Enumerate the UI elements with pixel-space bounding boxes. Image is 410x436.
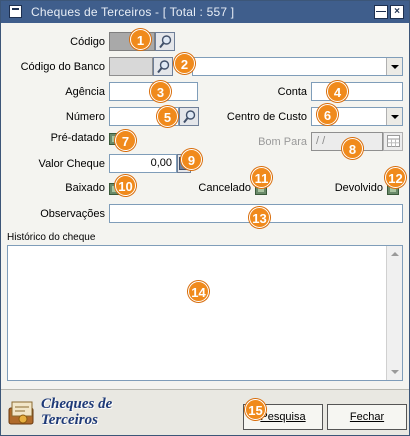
window-title: Cheques de Terceiros - [ Total : 557 ] (31, 5, 235, 19)
minimize-button[interactable]: — (374, 5, 388, 19)
pesquisa-label: Pesquisa (260, 411, 306, 423)
badge-7: 7 (115, 130, 136, 151)
devolvido-label: Devolvido (334, 182, 383, 194)
cheques-window: Cheques de Terceiros - [ Total : 557 ] —… (0, 0, 410, 436)
close-button[interactable]: × (390, 5, 404, 19)
centro-custo-label: Centro de Custo (226, 111, 307, 123)
valor-cheque-label: Valor Cheque (38, 158, 105, 170)
badge-12: 12 (385, 167, 406, 188)
historico-scrollbar[interactable] (386, 246, 402, 380)
conta-field[interactable] (311, 82, 403, 101)
badge-9: 9 (181, 149, 202, 170)
badge-11: 11 (251, 167, 272, 188)
footer-bar: Cheques de Terceiros Pesquisa Fechar (1, 389, 409, 435)
pre-datado-label: Pré-datado (50, 132, 105, 144)
badge-3: 3 (150, 81, 171, 102)
numero-lookup-button[interactable] (179, 107, 199, 126)
fechar-label: Fechar (349, 411, 385, 423)
badge-1: 1 (130, 29, 151, 50)
badge-5: 5 (157, 106, 178, 127)
valor-cheque-field[interactable]: 0,00 (109, 154, 177, 173)
badge-13: 13 (249, 207, 270, 228)
badge-6: 6 (317, 104, 338, 125)
window-menu-icon[interactable] (9, 5, 22, 18)
historico-label: Histórico do cheque (7, 232, 96, 243)
bom-para-label: Bom Para (258, 136, 307, 148)
badge-2: 2 (174, 53, 195, 74)
observacoes-label: Observações (40, 208, 105, 220)
banco-dropdown[interactable] (192, 57, 403, 76)
brand-title: Cheques de Terceiros (41, 396, 112, 428)
scroll-down-icon[interactable] (391, 370, 399, 374)
fechar-button[interactable]: Fechar (327, 404, 407, 430)
agencia-label: Agência (65, 86, 105, 98)
conta-label: Conta (277, 86, 307, 98)
codigo-banco-label: Código do Banco (20, 61, 105, 73)
checkbook-logo-icon (8, 401, 34, 425)
bom-para-calendar-button[interactable] (383, 132, 403, 151)
badge-8: 8 (342, 138, 363, 159)
badge-14: 14 (188, 281, 209, 302)
calendar-icon (387, 135, 400, 147)
historico-memo[interactable] (7, 245, 403, 381)
title-bar: Cheques de Terceiros - [ Total : 557 ] —… (1, 1, 409, 23)
badge-4: 4 (327, 81, 348, 102)
brand-line-2: Terceiros (41, 412, 98, 428)
magnifier-icon (157, 60, 170, 74)
brand-line-1: Cheques de (41, 396, 113, 412)
codigo-banco-lookup-button[interactable] (153, 57, 173, 76)
magnifier-icon (159, 35, 172, 49)
numero-label: Número (65, 111, 105, 123)
chevron-down-icon[interactable] (386, 58, 402, 75)
chevron-down-icon[interactable] (386, 108, 402, 125)
codigo-banco-field[interactable] (109, 57, 153, 76)
baixado-label: Baixado (65, 182, 105, 194)
badge-10: 10 (115, 175, 136, 196)
magnifier-icon (183, 110, 196, 124)
codigo-lookup-button[interactable] (155, 32, 175, 51)
codigo-label: Código (70, 36, 105, 48)
cancelado-label: Cancelado (198, 182, 251, 194)
badge-15: 15 (245, 399, 266, 420)
scroll-up-icon[interactable] (391, 252, 399, 256)
